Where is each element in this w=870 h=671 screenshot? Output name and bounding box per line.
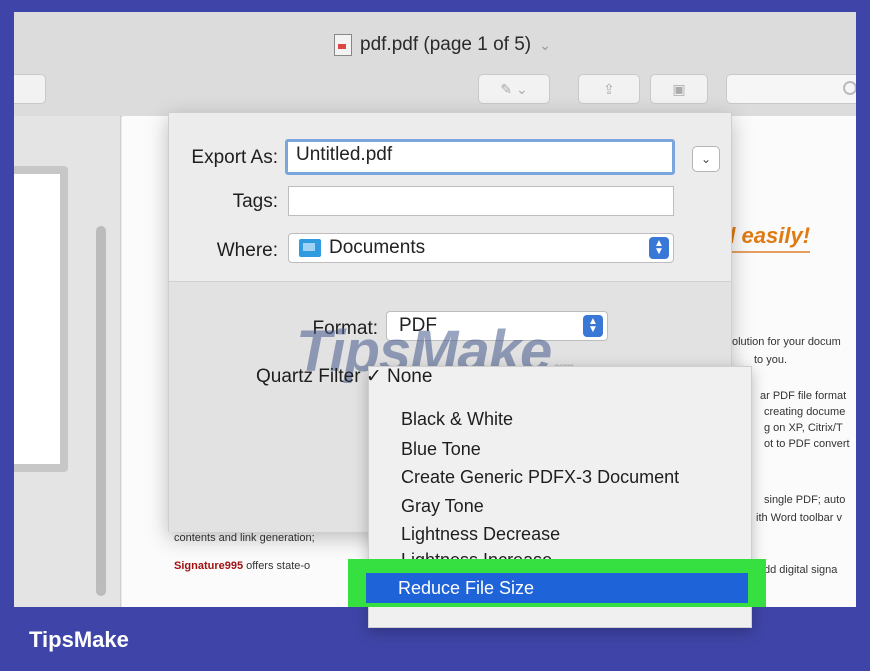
export-as-field[interactable]: Untitled.pdf bbox=[285, 139, 675, 175]
title-bar: pdf.pdf (page 1 of 5) ⌄ ✎ ⌄ ⇪ ▣ bbox=[14, 12, 856, 117]
window-title[interactable]: pdf.pdf (page 1 of 5) ⌄ bbox=[334, 34, 551, 56]
menu-item-black-white[interactable]: Black & White bbox=[401, 409, 513, 430]
chevron-down-icon[interactable]: ⌄ bbox=[539, 37, 551, 54]
menu-item-reduce-file-size[interactable]: Reduce File Size bbox=[366, 573, 748, 603]
menu-item-none[interactable]: None bbox=[387, 366, 432, 387]
where-popup[interactable]: Documents ▲ ▼ bbox=[288, 233, 674, 263]
export-as-label: Export As: bbox=[191, 147, 278, 168]
tags-label: Tags: bbox=[232, 191, 278, 212]
where-value: Documents bbox=[329, 237, 426, 258]
document-text: creating docume bbox=[764, 406, 846, 418]
expand-dialog-button[interactable]: ⌄ bbox=[692, 146, 720, 172]
menu-item-create-pdfx3[interactable]: Create Generic PDFX-3 Document bbox=[401, 467, 679, 488]
search-icon bbox=[843, 81, 856, 95]
share-button[interactable]: ⇪ bbox=[578, 74, 640, 104]
document-text: ar PDF file format bbox=[760, 390, 847, 402]
document-text: g on XP, Citrix/T bbox=[764, 422, 843, 434]
menu-item-blue-tone[interactable]: Blue Tone bbox=[401, 439, 481, 460]
quartz-filter-label: Quartz Filter bbox=[256, 366, 361, 387]
pen-icon: ✎ bbox=[500, 80, 513, 97]
window-title-text: pdf.pdf (page 1 of 5) bbox=[360, 34, 532, 55]
sidebar-scrollbar[interactable] bbox=[96, 226, 106, 596]
thumbnail-sidebar bbox=[14, 116, 121, 607]
folder-icon bbox=[299, 239, 321, 257]
toolbox-button[interactable]: ▣ bbox=[650, 74, 708, 104]
toolbox-icon: ▣ bbox=[672, 80, 686, 97]
markup-button[interactable]: ✎ ⌄ bbox=[478, 74, 550, 104]
checkmark-icon: ✓ bbox=[365, 366, 382, 387]
tags-field[interactable] bbox=[288, 186, 674, 216]
document-text: ith Word toolbar v bbox=[756, 512, 843, 524]
page-thumbnail[interactable] bbox=[14, 166, 68, 472]
document-text: to you. bbox=[754, 354, 788, 366]
quartz-filter-row: Quartz Filter ✓ None bbox=[256, 365, 432, 388]
updown-arrows-icon: ▲ ▼ bbox=[649, 237, 669, 259]
pdf-document-icon bbox=[334, 34, 352, 56]
document-text: ot to PDF convert bbox=[764, 438, 850, 450]
document-text: contents and link generation; bbox=[174, 532, 315, 544]
chevron-down-icon: ⌄ bbox=[700, 152, 712, 166]
menu-item-lightness-decrease[interactable]: Lightness Decrease bbox=[401, 524, 560, 545]
search-input[interactable] bbox=[726, 74, 856, 104]
document-text: Signature995 offers state-o bbox=[174, 560, 310, 572]
where-label: Where: bbox=[216, 240, 278, 261]
document-text: single PDF; auto bbox=[764, 494, 846, 506]
document-text: olution for your docum bbox=[732, 336, 841, 348]
brand-label: TipsMake bbox=[29, 627, 129, 652]
share-icon: ⇪ bbox=[603, 80, 615, 97]
menu-item-gray-tone[interactable]: Gray Tone bbox=[401, 496, 484, 517]
document-text: dd digital signa bbox=[764, 564, 838, 576]
signature-name: Signature995 bbox=[174, 560, 244, 572]
highlight-frame: Reduce File Size bbox=[348, 559, 766, 607]
updown-arrows-icon: ▲ ▼ bbox=[583, 315, 603, 337]
document-text: offers state-o bbox=[246, 560, 311, 572]
sidebar-toggle-button[interactable] bbox=[14, 74, 46, 104]
document-headline: d easily! bbox=[722, 223, 811, 253]
chevron-down-icon: ⌄ bbox=[515, 80, 528, 97]
